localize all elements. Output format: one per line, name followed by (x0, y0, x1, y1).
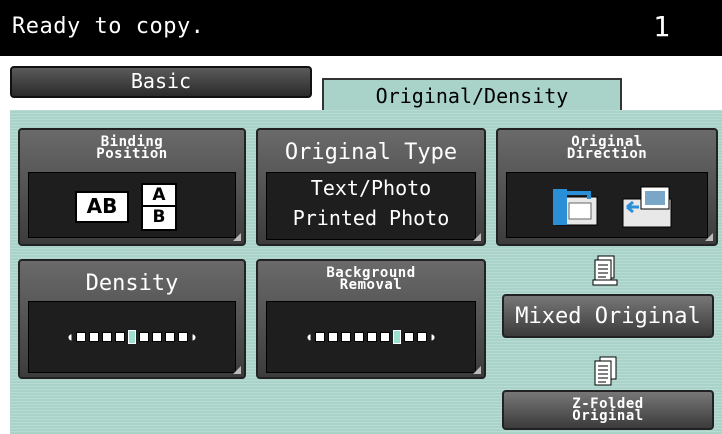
background-removal-display: ◖ ◗ (266, 301, 476, 373)
corner-indicator (233, 366, 241, 374)
background-removal-scale: ◖ ◗ (267, 330, 475, 344)
z-folded-pages-icon (594, 356, 617, 386)
left-binding-icon: AB (75, 191, 129, 223)
background-removal-level-marker (393, 330, 401, 344)
original-type-button[interactable]: Original Type Text/Photo Printed Photo (256, 128, 486, 246)
density-level-cell (165, 332, 175, 342)
corner-indicator (473, 233, 481, 241)
original-direction-display (506, 172, 708, 238)
original-direction-button[interactable]: Original Direction (496, 128, 718, 246)
density-scale: ◖ ◗ (29, 330, 235, 344)
original-type-value-line2: Printed Photo (292, 206, 450, 230)
top-binding-icon-b: B (143, 205, 175, 227)
background-removal-level-cell (380, 332, 390, 342)
background-removal-button[interactable]: Background Removal ◖ ◗ (256, 259, 486, 379)
binding-position-label: Binding Position (20, 135, 244, 162)
z-folded-original-label-line2: Original (572, 408, 644, 424)
background-removal-level-cell (354, 332, 364, 342)
density-scale-left-end: ◖ (66, 331, 73, 343)
background-removal-level-cell (367, 332, 377, 342)
density-level-cell (89, 332, 99, 342)
density-level-cell (178, 332, 188, 342)
mixed-original-button[interactable]: Mixed Original (502, 294, 714, 338)
mixed-original-label: Mixed Original (515, 304, 701, 329)
corner-indicator (473, 366, 481, 374)
density-level-marker (128, 330, 136, 344)
density-button[interactable]: Density ◖ ◗ (18, 259, 246, 379)
original-type-label: Original Type (284, 140, 458, 165)
background-removal-level-cell (417, 332, 427, 342)
corner-indicator (705, 233, 713, 241)
copy-screen: Ready to copy. 1 Basic Original/Density … (0, 0, 722, 434)
density-label: Density (85, 271, 179, 296)
background-removal-scale-right-end: ◗ (430, 331, 437, 343)
background-removal-scale-left-end: ◖ (305, 331, 312, 343)
original-type-value-line1: Text/Photo (310, 176, 432, 200)
binding-position-label-line2: Position (96, 146, 168, 162)
copy-count: 1 (653, 10, 670, 43)
z-folded-original-button[interactable]: Z-Folded Original (502, 390, 714, 430)
background-removal-level-cell (315, 332, 325, 342)
density-level-cell (152, 332, 162, 342)
status-message: Ready to copy. (12, 14, 205, 39)
background-removal-level-cell (404, 332, 414, 342)
direction-rotated-icon (553, 189, 598, 226)
original-direction-label: Original Direction (498, 135, 716, 162)
stacked-pages-icon (592, 255, 618, 286)
density-display: ◖ ◗ (28, 301, 236, 373)
original-direction-label-line2: Direction (566, 146, 648, 162)
background-removal-label-line2: Removal (339, 277, 403, 293)
background-removal-label: Background Removal (258, 266, 484, 293)
binding-position-button[interactable]: Binding Position AB A B (18, 128, 246, 246)
tab-original-density[interactable]: Original/Density (322, 78, 622, 112)
tab-basic[interactable]: Basic (10, 66, 312, 98)
tab-bar: Basic Original/Density (0, 56, 722, 112)
binding-position-display: AB A B (28, 172, 236, 238)
z-folded-original-label: Z-Folded Original (504, 397, 712, 424)
top-binding-icon: A B (141, 183, 177, 231)
direction-upright-icon (622, 186, 672, 228)
corner-indicator (233, 233, 241, 241)
density-level-cell (115, 332, 125, 342)
status-bar: Ready to copy. 1 (0, 0, 722, 56)
background-removal-level-cell (328, 332, 338, 342)
density-level-cell (102, 332, 112, 342)
density-scale-right-end: ◗ (191, 331, 198, 343)
top-binding-icon-a: A (152, 185, 166, 205)
original-type-display: Text/Photo Printed Photo (266, 172, 476, 240)
density-level-cell (76, 332, 86, 342)
density-level-cell (139, 332, 149, 342)
background-removal-level-cell (341, 332, 351, 342)
